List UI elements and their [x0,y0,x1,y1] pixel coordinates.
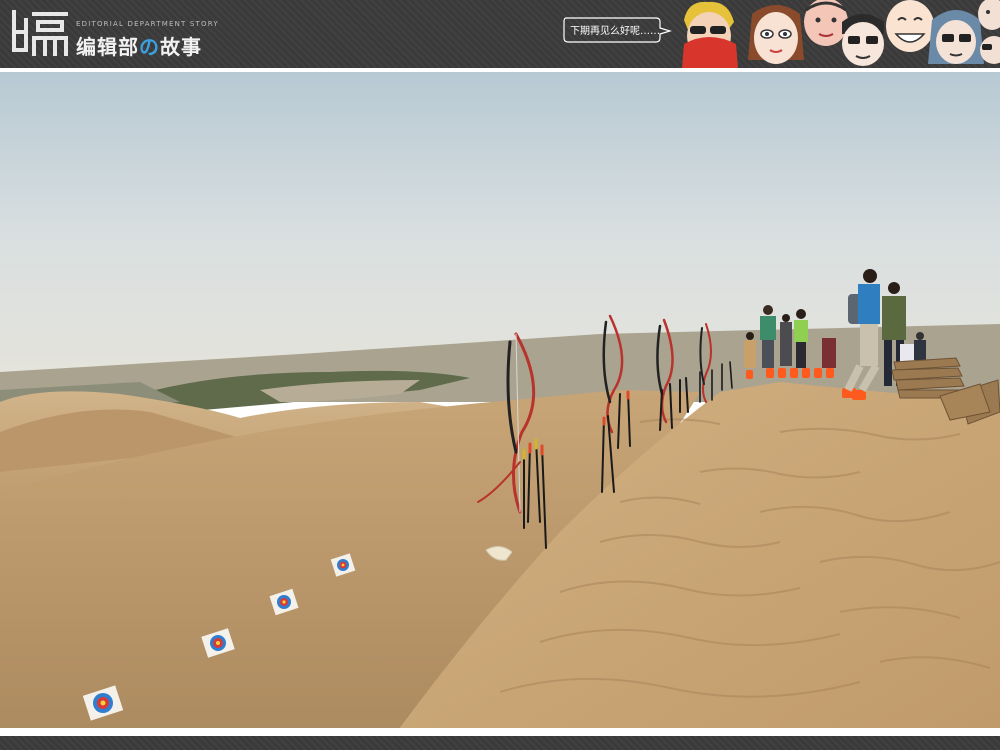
brand-chinese-name: 编辑部の故事 [76,31,202,60]
brand-cn-part-a: 编辑部 [76,35,139,59]
face-pink-icon [804,0,848,46]
brand-cn-no: の [139,35,160,59]
speech-bubble-text: 下期再见么好呢…… [570,26,660,37]
face-blue-hair-icon [928,10,984,64]
face-partial-icon [978,0,1000,64]
cartoon-faces-illustration [682,0,1000,68]
face-brown-hair-icon [748,5,804,64]
logo-icon [12,10,68,56]
brand-cn-part-b: 故事 [160,35,202,59]
face-glasses-icon [842,14,884,66]
footer-strip [0,736,1000,750]
desert-archery-photo [0,72,1000,728]
brand-english-name: EDITORIAL DEPARTMENT STORY [76,20,219,28]
header-banner: EDITORIAL DEPARTMENT STORY 编辑部の故事 下期再见么好… [0,0,1000,68]
sky [0,72,1000,372]
face-sunglasses-mask-icon [682,1,738,68]
face-bald-smiling-icon [886,0,934,52]
